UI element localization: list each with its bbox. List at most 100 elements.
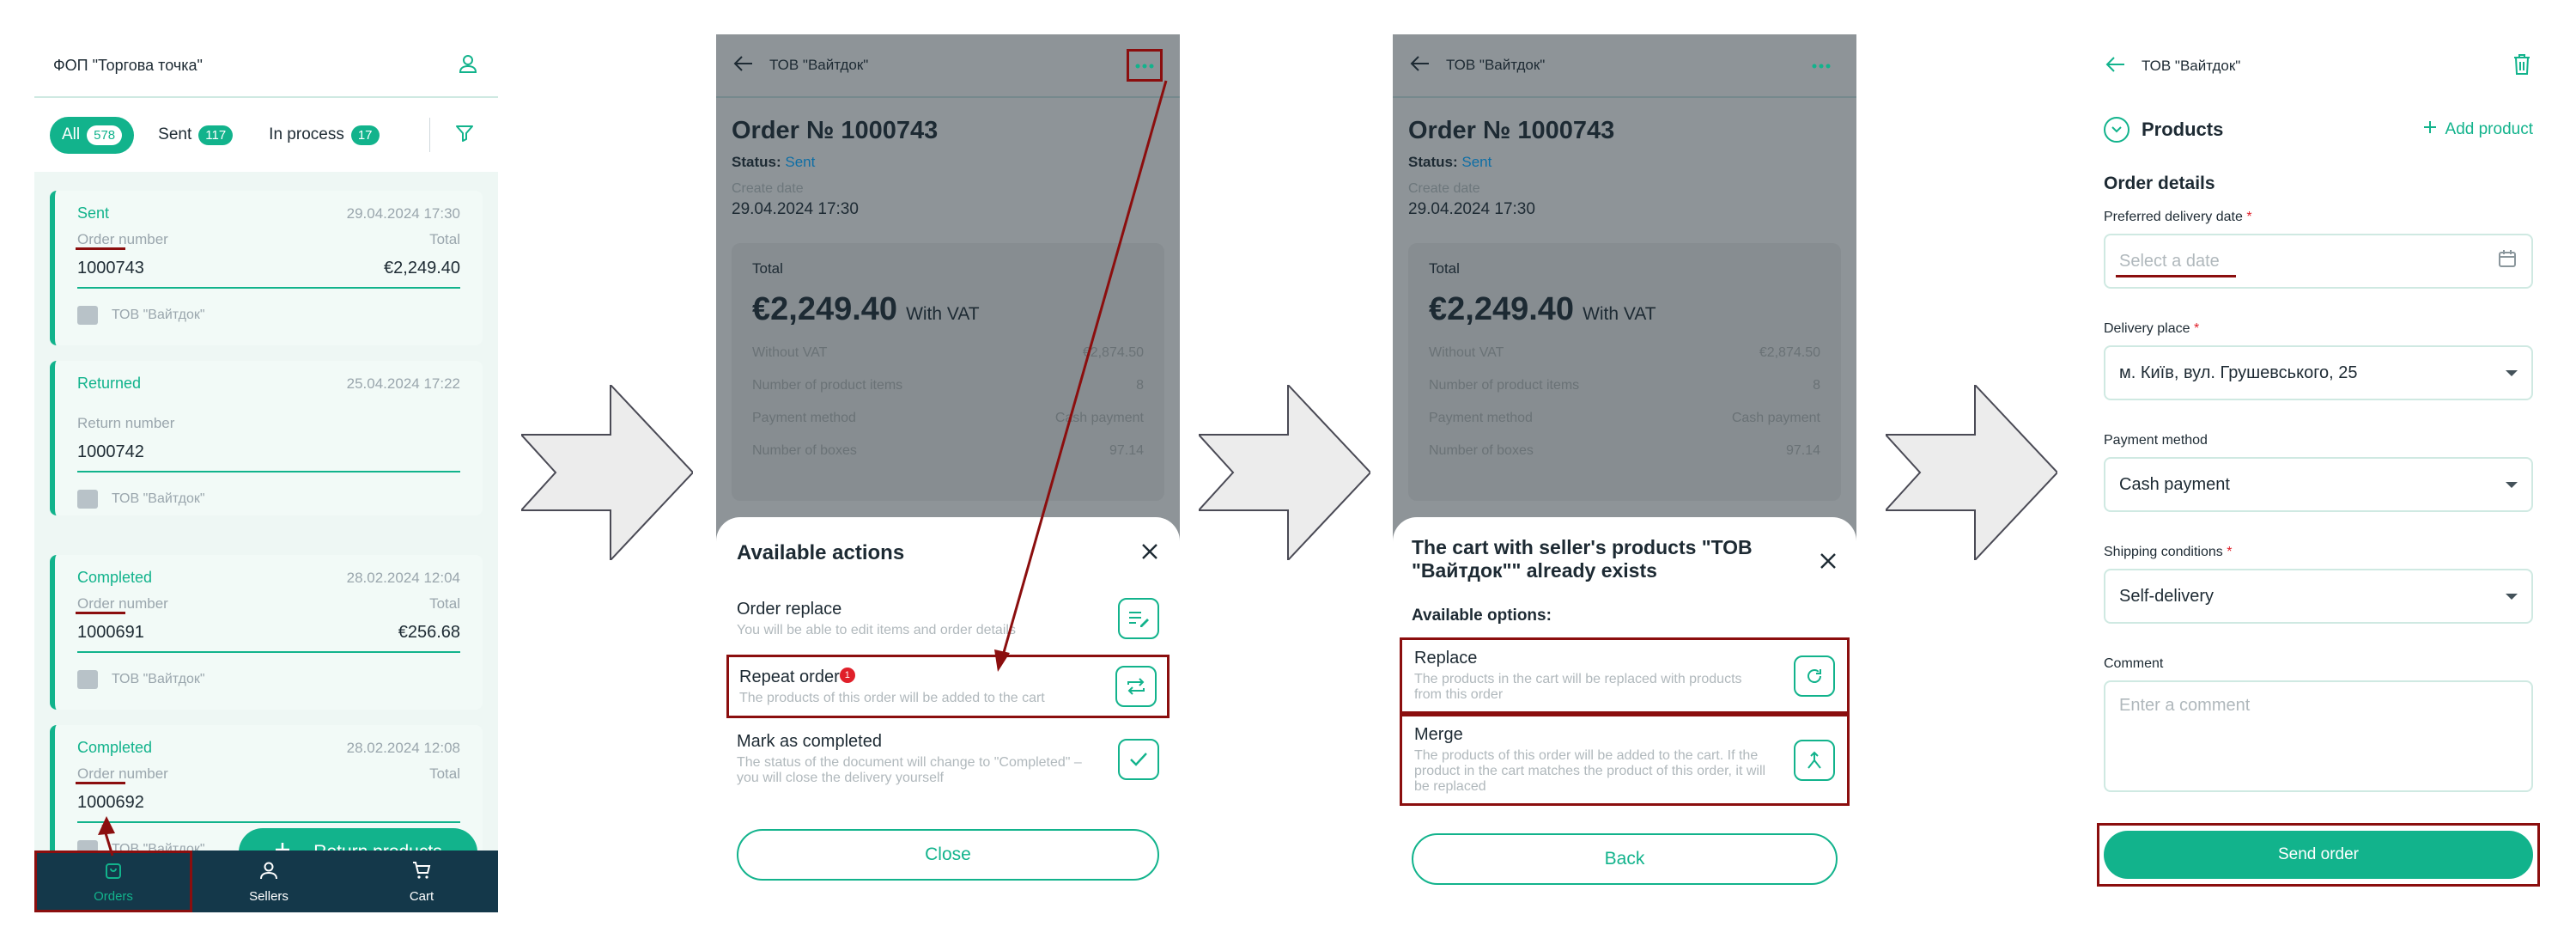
delivery-date-label: Preferred delivery date * xyxy=(2087,194,2550,234)
order-card[interactable]: Completed 28.02.2024 12:04 Order number To… xyxy=(50,555,483,710)
order-title: Order № 1000743 xyxy=(1408,117,1615,144)
highlight-underline xyxy=(76,612,125,614)
row-value: Cash payment xyxy=(1054,411,1144,425)
options-label: Available options: xyxy=(1412,607,1552,625)
order-card[interactable]: Sent 29.04.2024 17:30 Order number Total 1… xyxy=(50,191,483,345)
highlight-underline xyxy=(76,247,125,250)
add-product-link[interactable]: Add product xyxy=(2423,120,2533,139)
order-card[interactable]: Returned 25.04.2024 17:22 Return number 1… xyxy=(50,361,483,515)
row-key: Payment method xyxy=(1429,411,1533,425)
repeat-icon xyxy=(1115,666,1157,707)
more-dots-icon xyxy=(1134,57,1155,74)
total-label: Total xyxy=(1429,260,1460,277)
shipping-conditions-value: Self-delivery xyxy=(2119,586,2215,606)
action-order-replace[interactable]: Order replace You will be able to edit it… xyxy=(737,589,1159,648)
order-total: €256.68 xyxy=(398,623,460,642)
summary-row: Number of boxes 97.14 xyxy=(1429,443,1820,459)
nav-orders[interactable]: Orders xyxy=(34,850,192,912)
comment-label: Comment xyxy=(2104,656,2164,671)
filter-icon[interactable] xyxy=(454,123,475,148)
required-mark: * xyxy=(2227,545,2233,559)
back-arrow-icon[interactable] xyxy=(2105,56,2126,77)
filter-chip-sent[interactable]: Sent 117 xyxy=(146,117,245,154)
nav-label: Orders xyxy=(94,888,133,904)
profile-icon[interactable] xyxy=(457,52,479,79)
order-number-label: Order number xyxy=(77,231,168,247)
chevron-down-icon xyxy=(2506,481,2518,488)
actions-sheet: Available actions Order replace You will … xyxy=(716,517,1180,912)
action-mark-completed[interactable]: Mark as completed The status of the docum… xyxy=(737,723,1159,795)
summary-row: Without VAT €2,874.50 xyxy=(752,345,1144,361)
trash-icon[interactable] xyxy=(2512,53,2531,80)
back-arrow-icon[interactable] xyxy=(1410,55,1431,76)
filter-chip-in-process[interactable]: In process 17 xyxy=(257,117,391,154)
send-order-highlight: Send order xyxy=(2097,823,2540,887)
close-button[interactable]: Close xyxy=(737,829,1159,881)
refresh-icon xyxy=(1794,655,1835,697)
app-header: ТОВ "Вайтдок" xyxy=(716,34,1180,98)
label-text: Shipping conditions xyxy=(2104,545,2223,559)
seller-name: ТОВ "Вайтдок" xyxy=(769,57,869,73)
filter-chip-all[interactable]: All 578 xyxy=(50,116,135,154)
nav-sellers[interactable]: Sellers xyxy=(192,850,345,912)
order-total: €2,249.40 xyxy=(384,259,460,277)
back-button[interactable]: Back xyxy=(1412,833,1838,885)
create-date: 29.04.2024 17:30 xyxy=(732,200,859,218)
delivery-date-field[interactable]: Select a date xyxy=(2104,234,2533,289)
action-repeat-order[interactable]: Repeat order 1 The products of this order … xyxy=(726,655,1170,718)
products-section: Products Add product xyxy=(2087,98,2550,143)
back-arrow-icon[interactable] xyxy=(733,55,754,76)
action-name: Repeat order 1 xyxy=(739,667,1100,687)
row-key: Number of product items xyxy=(1429,378,1580,393)
close-icon[interactable] xyxy=(1819,552,1838,575)
filter-count: 117 xyxy=(198,125,234,145)
seller-name: ТОВ "Вайтдок" xyxy=(112,491,205,506)
comment-textarea[interactable]: Enter a comment xyxy=(2104,680,2533,792)
shipping-conditions-select[interactable]: Self-delivery xyxy=(2104,569,2533,624)
order-actions-screen: ТОВ "Вайтдок" Order № 1000743 Status: Se… xyxy=(716,34,1180,912)
nav-cart[interactable]: Cart xyxy=(345,850,498,912)
filter-label: Sent xyxy=(158,125,192,143)
more-menu-button[interactable] xyxy=(1803,49,1839,82)
cart-options-sheet: The cart with seller's products "ТОВ "Ва… xyxy=(1393,517,1856,912)
summary-row: Payment method Cash payment xyxy=(752,411,1144,426)
label-text: Payment method xyxy=(2104,433,2208,448)
create-date-label: Create date xyxy=(1408,181,1480,196)
row-value: €2,874.50 xyxy=(1082,345,1144,360)
payment-method-select[interactable]: Cash payment xyxy=(2104,457,2533,512)
total-summary: Total €2,249.40 With VAT Without VAT €2,87… xyxy=(1408,243,1841,501)
order-status: Completed xyxy=(77,739,153,756)
filter-label: All xyxy=(62,125,81,143)
order-date: 28.02.2024 12:08 xyxy=(346,739,460,756)
send-order-button[interactable]: Send order xyxy=(2104,831,2533,879)
delivery-place-select[interactable]: м. Київ, вул. Грушевського, 25 xyxy=(2104,345,2533,400)
seller-name: ТОВ "Вайтдок" xyxy=(2142,58,2241,74)
action-desc: You will be able to edit items and order… xyxy=(737,622,1016,637)
bag-icon xyxy=(103,860,124,884)
option-desc: The products in the cart will be replace… xyxy=(1414,672,1742,702)
products-title: Products xyxy=(2142,119,2224,140)
company-name: ФОП "Торгова точка" xyxy=(53,56,203,74)
order-title: Order № 1000743 xyxy=(732,117,939,144)
required-mark: * xyxy=(2246,210,2252,224)
row-value: 97.14 xyxy=(1109,443,1144,458)
option-merge[interactable]: Merge The products of this order will be … xyxy=(1400,714,1850,806)
plus-icon xyxy=(2423,120,2437,139)
close-icon[interactable] xyxy=(1140,542,1159,565)
row-value: 8 xyxy=(1813,378,1820,393)
row-key: Number of product items xyxy=(752,378,903,393)
person-icon xyxy=(258,860,279,884)
chevron-down-icon[interactable] xyxy=(2104,117,2129,143)
option-desc: The products of this order will be added… xyxy=(1414,748,1766,794)
chevron-down-icon xyxy=(2506,593,2518,600)
status-value: Sent xyxy=(1461,154,1492,170)
seller-name: ТОВ "Вайтдок" xyxy=(112,308,205,322)
app-header: ТОВ "Вайтдок" xyxy=(1393,34,1856,98)
option-replace[interactable]: Replace The products in the cart will be … xyxy=(1400,637,1850,714)
total-label: Total xyxy=(429,595,460,612)
row-value: Cash payment xyxy=(1731,411,1820,425)
row-key: Number of boxes xyxy=(752,443,857,458)
more-menu-button[interactable] xyxy=(1127,49,1163,82)
check-icon xyxy=(1118,738,1159,780)
order-date: 29.04.2024 17:30 xyxy=(346,204,460,222)
